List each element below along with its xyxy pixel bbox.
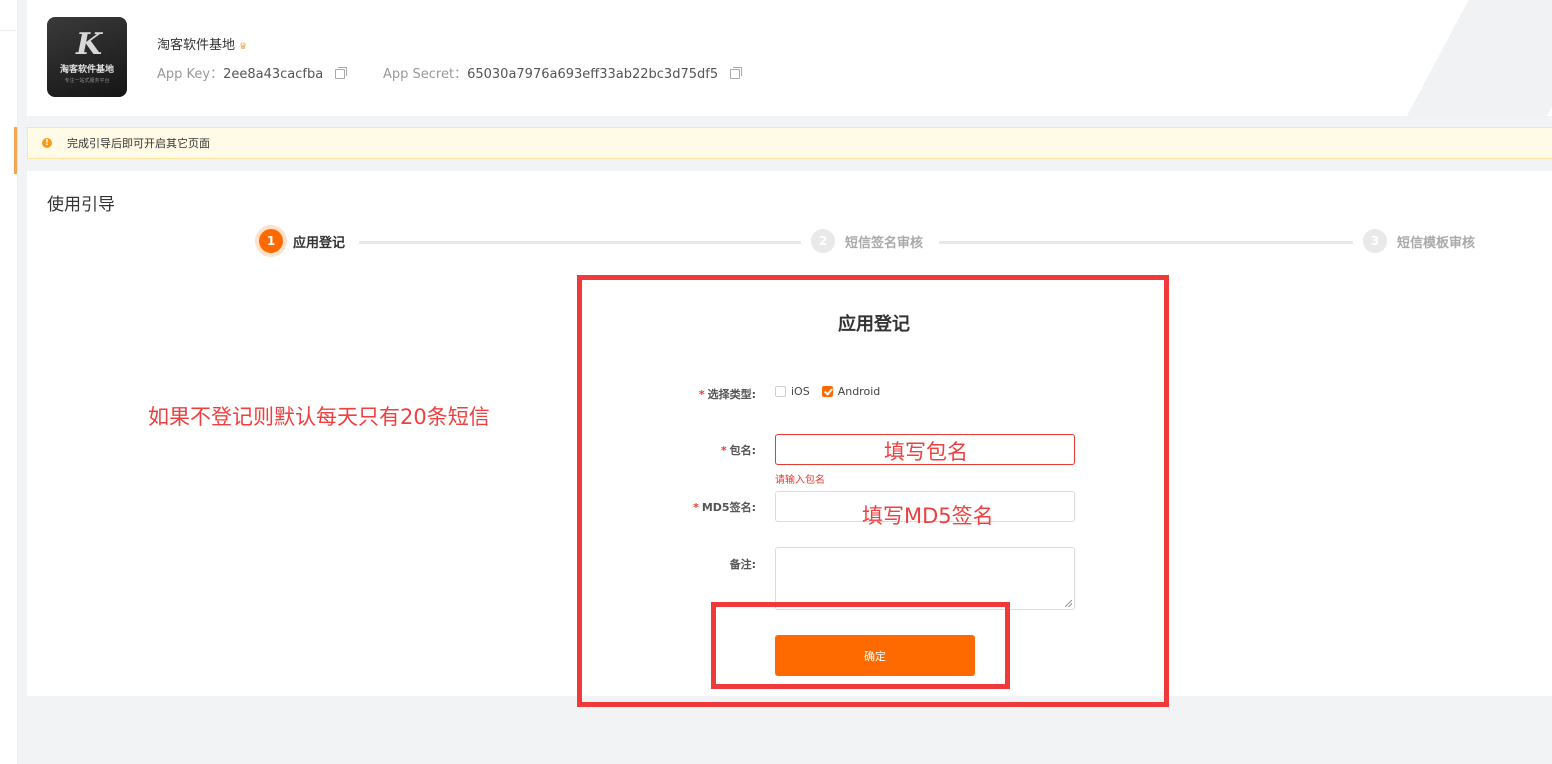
daily-limit-note: 如果不登记则默认每天只有20条短信 [148,405,490,429]
step-label: 短信签名审核 [845,235,924,251]
package-hint: 填写包名 [884,440,968,464]
app-key-value: 2ee8a43cacfba [223,67,324,82]
copy-icon[interactable] [730,67,743,79]
step-connector [359,241,801,244]
left-rail [0,0,18,764]
md5-hint: 填写MD5签名 [862,504,994,528]
app-logo: K 淘客软件基地 专注一站式服务平台 [47,17,127,97]
step-number: 3 [1363,229,1387,253]
app-name-row: 淘客软件基地 ♛ [157,34,247,53]
step-2: 2 短信签名审核 [811,229,923,253]
app-secret-label: App Secret： [383,67,468,82]
app-info-card: K 淘客软件基地 专注一站式服务平台 淘客软件基地 ♛ App Key：2ee8a… [27,0,1552,116]
rail-active-indicator [14,127,17,174]
app-name: 淘客软件基地 [157,38,236,53]
step-label: 应用登记 [293,235,346,251]
app-key-label: App Key： [157,67,224,82]
step-1: 1 应用登记 [259,229,345,253]
logo-mark: K [75,27,102,62]
logo-subtext: 专注一站式服务平台 [64,78,110,84]
guide-title: 使用引导 [47,195,115,215]
step-number: 1 [259,229,283,253]
app-key-row: App Key：2ee8a43cacfba [157,63,348,82]
rail-divider [0,30,16,31]
step-connector [939,241,1353,244]
logo-text: 淘客软件基地 [59,65,114,75]
step-label: 短信模板审核 [1397,235,1476,251]
submit-highlight-box [711,602,1010,689]
decorative-shape [1399,0,1552,116]
step-number: 2 [811,229,835,253]
app-secret-row: App Secret：65030a7976a693eff33ab22bc3d75… [383,63,743,82]
warning-icon: ! [42,138,52,148]
copy-icon[interactable] [335,67,348,79]
crown-icon: ♛ [239,42,248,52]
step-3: 3 短信模板审核 [1363,229,1475,253]
notice-bar: ! 完成引导后即可开启其它页面 [27,127,1552,159]
app-secret-value: 65030a7976a693eff33ab22bc3d75df5 [467,67,719,82]
step-indicator: 1 应用登记 2 短信签名审核 3 短信模板审核 [27,229,1552,259]
notice-text: 完成引导后即可开启其它页面 [67,137,210,150]
